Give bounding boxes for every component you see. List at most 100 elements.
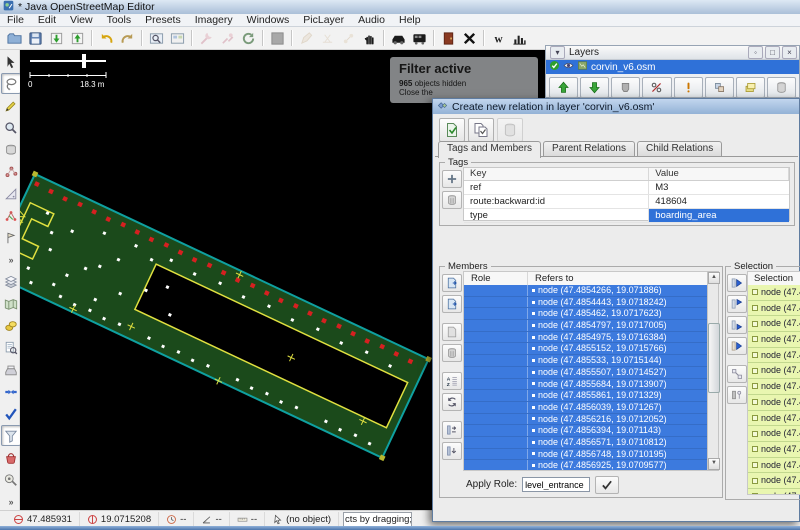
member-row[interactable]: node (47.4856216, 19.0712052) [464,414,710,426]
selection-row[interactable]: node (47.48 [748,395,800,411]
reverse-members-button[interactable] [442,393,462,411]
more-bottom-tool-button[interactable]: » [1,491,21,512]
selection-row[interactable]: node (47.48 [748,301,800,317]
selection-row[interactable]: node (47.48 [748,332,800,348]
menu-windows[interactable]: Windows [240,14,297,27]
faded-improve-button[interactable] [317,28,338,49]
extrude-tool-button[interactable] [1,227,21,248]
car-button[interactable] [388,28,409,49]
measure-angle-tool-button[interactable] [1,183,21,204]
sel-link-button[interactable] [727,365,747,383]
layer-visible-icon[interactable] [563,60,574,74]
menu-imagery[interactable]: Imagery [188,14,240,27]
refresh-button[interactable] [238,28,259,49]
selection-row[interactable]: node (47.48 [748,316,800,332]
sel-add-after-button[interactable] [727,316,747,334]
faded-draw-button[interactable] [296,28,317,49]
tag-value[interactable]: boarding_area [649,209,789,222]
menu-edit[interactable]: Edit [31,14,63,27]
tools-b-button[interactable] [217,28,238,49]
tab-tags-and-members[interactable]: Tags and Members [438,141,541,158]
add-member-after-button[interactable] [442,323,462,341]
tag-value[interactable]: 418604 [649,195,789,208]
pan-button[interactable] [359,28,380,49]
delete-button[interactable] [459,28,480,49]
delete-tag-button[interactable] [442,191,462,209]
member-row[interactable]: node (47.4854266, 19.071886) [464,285,710,297]
menu-help[interactable]: Help [392,14,428,27]
tab-parent-relations[interactable]: Parent Relations [543,141,635,157]
layer-warning-button[interactable] [674,77,703,98]
tab-child-relations[interactable]: Child Relations [637,141,722,157]
bus-button[interactable] [409,28,430,49]
map-style-button[interactable] [267,28,288,49]
create-node-tool-button[interactable] [1,161,21,182]
member-row[interactable]: node (47.4855861, 19.071329) [464,390,710,402]
member-row[interactable]: node (47.4856571, 19.0710812) [464,437,710,449]
window-titlebar[interactable]: * Java OpenStreetMap Editor [0,0,800,14]
selection-row[interactable]: node (47.48 [748,285,800,301]
selection-row[interactable]: node (47.48 [748,411,800,427]
delete-tool-tool-button[interactable] [1,139,21,160]
download-button[interactable] [46,28,67,49]
layers-tool-button[interactable] [1,271,21,292]
exit-button[interactable] [438,28,459,49]
tag-value[interactable]: M3 [649,181,789,194]
scroll-down-icon[interactable]: ▼ [708,458,720,470]
dialog-titlebar[interactable]: Create new relation in layer 'corvin_v6.… [433,99,799,114]
lasso-tool-button[interactable] [1,73,21,94]
apply-role-button[interactable] [595,476,619,494]
members-scrollbar[interactable]: ▲ ▼ [707,271,719,471]
menu-file[interactable]: File [0,14,31,27]
download-members-button[interactable] [442,442,462,460]
remove-member-button[interactable] [442,344,462,362]
detach-icon[interactable]: □ [765,46,780,59]
collapse-icon[interactable]: ▾ [550,46,565,59]
sel-add-end-button[interactable] [727,337,747,355]
layer-duplicate-button[interactable] [736,77,765,98]
move-member-down-button[interactable] [442,421,462,439]
conflicts-tool-button[interactable] [1,381,21,402]
menu-audio[interactable]: Audio [351,14,392,27]
sel-add-start-button[interactable] [727,274,747,292]
draw-tool-button[interactable] [1,95,21,116]
member-row[interactable]: node (47.4855507, 19.0714527) [464,367,710,379]
redo-button[interactable] [117,28,138,49]
selection-row[interactable]: node (47.48 [748,348,800,364]
members-list[interactable]: node (47.4854266, 19.071886) node (47.485… [464,285,710,470]
menu-presets[interactable]: Presets [138,14,188,27]
menu-piclayer[interactable]: PicLayer [296,14,351,27]
member-row[interactable]: node (47.4856748, 19.0710195) [464,449,710,461]
layer-row[interactable]: corvin_v6.osm [546,60,799,74]
member-row[interactable]: node (47.4854975, 19.0716384) [464,332,710,344]
member-row[interactable]: node (47.485533, 19.0715144) [464,355,710,367]
layer-opacity-button[interactable] [642,77,671,98]
add-member-start-button[interactable] [442,274,462,292]
member-row[interactable]: node (47.4856925, 19.0709577) [464,460,710,470]
preset-search-button[interactable] [167,28,188,49]
validator-tool-button[interactable] [1,403,21,424]
scroll-up-icon[interactable]: ▲ [708,272,720,284]
layer-up-button[interactable] [549,77,578,98]
member-row[interactable]: node (47.4856039, 19.071267) [464,402,710,414]
member-row[interactable]: node (47.4855152, 19.0715766) [464,343,710,355]
selection-row[interactable]: node (47.48 [748,426,800,442]
layer-down-button[interactable] [580,77,609,98]
sel-remove-button[interactable] [727,386,747,404]
sticky-icon[interactable]: ◦ [748,46,763,59]
selection-row[interactable]: node (47.48 [748,363,800,379]
undo-button[interactable] [96,28,117,49]
layer-merge-button[interactable] [705,77,734,98]
purge-tool-button[interactable] [1,447,21,468]
layer-visibility-button[interactable] [611,77,640,98]
platform-way[interactable] [20,171,432,463]
save-button[interactable] [25,28,46,49]
tag-row[interactable]: typeboarding_area [464,209,789,223]
selection-row[interactable]: node (47.48 [748,379,800,395]
sort-members-button[interactable]: AZ [442,372,462,390]
selection-row[interactable]: node (47.48 [748,442,800,458]
apply-relation-button[interactable] [439,118,465,142]
upload-button[interactable] [67,28,88,49]
member-row[interactable]: node (47.4856394, 19.071143) [464,425,710,437]
delete-relation-button[interactable] [497,118,523,142]
